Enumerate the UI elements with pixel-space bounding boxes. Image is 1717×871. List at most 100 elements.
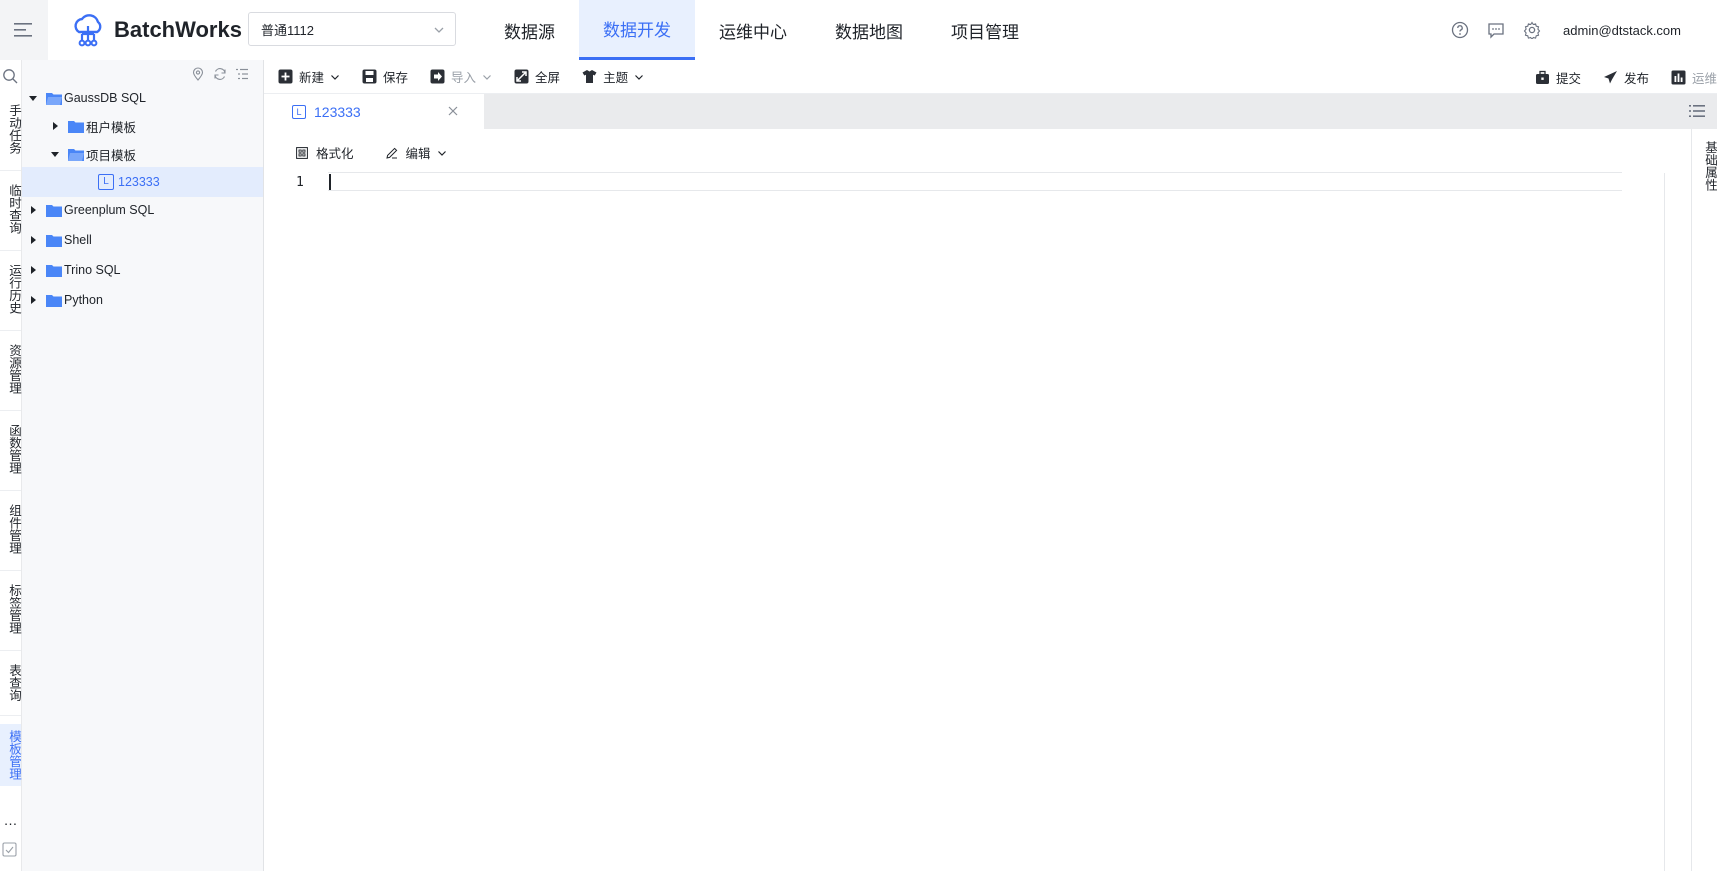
submit-button[interactable]: 提交 (1535, 68, 1581, 87)
caret-down-icon[interactable] (28, 93, 38, 103)
tree-node-trino-sql[interactable]: Trino SQL (22, 255, 263, 285)
send-icon (1603, 70, 1617, 83)
tree-node-label: 项目模板 (86, 148, 137, 163)
caret-right-icon[interactable] (28, 235, 38, 245)
rail-divider (0, 170, 21, 171)
chevron-down-icon (483, 74, 491, 80)
tree-node-label: 租户模板 (86, 120, 137, 135)
ops-button[interactable]: 运维 (1671, 68, 1717, 87)
refresh-icon[interactable] (213, 67, 227, 81)
rail-divider (0, 570, 21, 571)
tree-node-label: GaussDB SQL (64, 91, 146, 105)
edit-menu-label: 编辑 (405, 147, 431, 161)
cloud-logo-icon (74, 14, 102, 47)
new-button[interactable]: 新建 (278, 67, 340, 86)
project-select[interactable]: 普通1112 (248, 12, 456, 46)
nav-item-data-dev[interactable]: 数据开发 (579, 0, 695, 60)
menu-toggle-button[interactable] (0, 0, 48, 60)
rail-item-resource-mgmt[interactable]: 资源管理 (0, 338, 21, 400)
chevron-down-icon (331, 74, 339, 80)
project-select-value: 普通1112 (261, 22, 314, 38)
format-icon (296, 146, 308, 159)
tab-list-icon[interactable] (1689, 104, 1705, 118)
line-number: 1 (296, 175, 304, 190)
rail-item-tag-mgmt[interactable]: 标签管理 (0, 578, 21, 640)
tree-node-shell[interactable]: Shell (22, 225, 263, 255)
editor-scrollbar[interactable] (1664, 173, 1677, 871)
rail-divider (0, 330, 21, 331)
ops-button-label: 运维 (1691, 71, 1717, 86)
fullscreen-icon (514, 69, 529, 84)
gear-icon[interactable] (1523, 21, 1541, 39)
publish-button[interactable]: 发布 (1603, 68, 1649, 87)
tree-node-gaussdb-sql[interactable]: GaussDB SQL (22, 83, 263, 113)
template-tree-panel: GaussDB SQL 租户模板 项目模板 L 123333 Greenplum… (22, 60, 264, 871)
import-button[interactable]: 导入 (430, 67, 492, 86)
tree-node-label: Shell (64, 233, 92, 247)
tree-node-project-template[interactable]: 项目模板 (22, 139, 263, 169)
rail-more-button[interactable]: … (0, 812, 21, 828)
file-type-badge: L (98, 174, 114, 190)
close-icon[interactable] (448, 106, 458, 116)
format-button-label: 格式化 (316, 147, 354, 161)
tab-123333[interactable]: L 123333 (264, 94, 484, 129)
header-actions: admin@dtstack.com (1451, 0, 1681, 60)
collapse-list-icon[interactable] (235, 67, 249, 81)
caret-right-icon[interactable] (50, 121, 60, 131)
main-toolbar: 新建 保存 导入 全屏 主题 提交 发布 运维 (264, 60, 1717, 94)
rail-divider (0, 410, 21, 411)
caret-right-icon[interactable] (28, 205, 38, 215)
hamburger-icon (14, 23, 32, 37)
folder-open-icon (46, 92, 62, 105)
caret-right-icon[interactable] (28, 295, 38, 305)
code-line-1[interactable] (328, 172, 1622, 191)
save-button-label: 保存 (383, 71, 409, 85)
tshirt-icon (582, 70, 597, 83)
user-email[interactable]: admin@dtstack.com (1563, 23, 1681, 38)
fullscreen-button-label: 全屏 (535, 71, 561, 85)
editor-tab-bar: L 123333 (264, 94, 1717, 129)
tree-node-greenplum-sql[interactable]: Greenplum SQL (22, 195, 263, 225)
app-logo[interactable]: BatchWorks (70, 12, 242, 48)
search-icon[interactable] (2, 68, 18, 84)
edit-menu-button[interactable]: 编辑 (385, 143, 447, 162)
tree-node-python[interactable]: Python (22, 285, 263, 315)
folder-icon (46, 234, 62, 247)
nav-item-project-mgmt[interactable]: 项目管理 (927, 0, 1043, 60)
rail-item-temp-query[interactable]: 临时查询 (0, 178, 21, 240)
theme-button[interactable]: 主题 (582, 67, 644, 86)
tree-node-tenant-template[interactable]: 租户模板 (22, 111, 263, 141)
format-button[interactable]: 格式化 (296, 143, 354, 162)
import-button-label: 导入 (451, 71, 477, 85)
rail-item-component-mgmt[interactable]: 组件管理 (0, 498, 21, 560)
fullscreen-button[interactable]: 全屏 (514, 67, 560, 86)
caret-right-icon[interactable] (28, 265, 38, 275)
tree-node-label: Trino SQL (64, 263, 121, 277)
rail-item-run-history[interactable]: 运行历史 (0, 258, 21, 320)
nav-item-datasource[interactable]: 数据源 (480, 0, 579, 60)
tab-label: 123333 (314, 103, 361, 120)
nav-item-data-map[interactable]: 数据地图 (811, 0, 927, 60)
folder-icon (46, 264, 62, 277)
help-icon[interactable] (1451, 21, 1469, 39)
locate-icon[interactable] (191, 67, 205, 81)
tab-basic-properties[interactable]: 基础属性 (1692, 137, 1717, 195)
rail-item-table-query[interactable]: 表查询 (0, 658, 21, 708)
theme-button-label: 主题 (603, 71, 629, 85)
app-name: BatchWorks (114, 17, 242, 42)
rail-divider (0, 250, 21, 251)
caret-down-icon[interactable] (50, 149, 60, 159)
save-button[interactable]: 保存 (362, 67, 408, 86)
checklist-icon[interactable] (2, 842, 17, 857)
folder-icon (46, 294, 62, 307)
editor-tools: 格式化 编辑 (296, 143, 447, 162)
main-nav: 数据源 数据开发 运维中心 数据地图 项目管理 (480, 0, 1043, 60)
code-editor: 格式化 编辑 1 (264, 129, 1677, 871)
rail-divider (0, 715, 21, 716)
rail-item-function-mgmt[interactable]: 函数管理 (0, 418, 21, 480)
rail-item-template-mgmt[interactable]: 模板管理 (0, 724, 21, 786)
message-icon[interactable] (1487, 21, 1505, 39)
tree-node-file-123333[interactable]: L 123333 (22, 167, 263, 197)
nav-item-ops-center[interactable]: 运维中心 (695, 0, 811, 60)
rail-item-manual-task[interactable]: 手动任务 (0, 98, 21, 160)
